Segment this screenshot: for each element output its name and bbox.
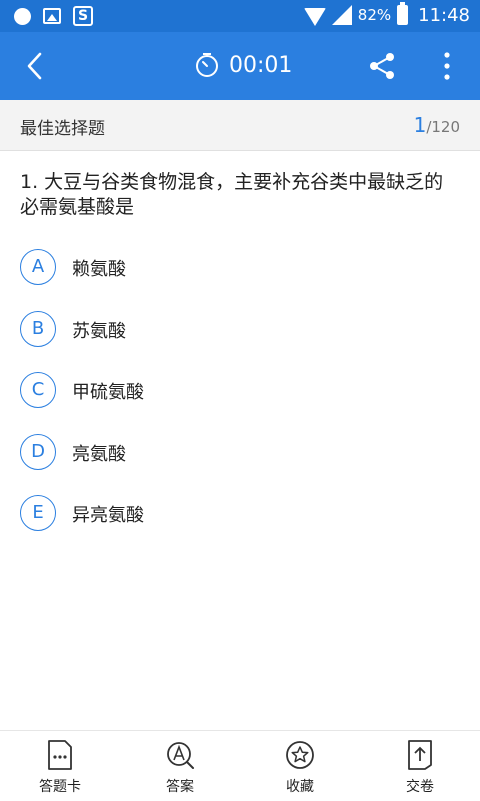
app-bar: 00:01 xyxy=(0,32,480,100)
answer-search-icon xyxy=(167,742,194,769)
answer-card-icon xyxy=(48,740,72,770)
more-button[interactable] xyxy=(434,50,460,82)
battery-icon xyxy=(397,2,409,25)
option-b[interactable]: B 苏氨酸 xyxy=(20,310,460,373)
nav-label: 答案 xyxy=(166,779,194,795)
status-bar: S 82% 11:48 xyxy=(0,0,480,32)
options-list: A 赖氨酸 B 苏氨酸 C 甲硫氨酸 D 亮氨酸 E 异亮氨酸 xyxy=(20,249,460,557)
nav-label: 交卷 xyxy=(406,779,434,795)
option-letter: A xyxy=(20,249,56,285)
option-e[interactable]: E 异亮氨酸 xyxy=(20,495,460,557)
nav-answer[interactable]: 答案 xyxy=(120,731,240,801)
section-header: 最佳选择题 1/120 xyxy=(0,100,480,151)
signal-icon xyxy=(331,5,352,25)
question-progress: 1/120 xyxy=(414,113,460,137)
notification-dot-icon xyxy=(14,7,31,25)
option-label: 甲硫氨酸 xyxy=(72,382,144,403)
option-c[interactable]: C 甲硫氨酸 xyxy=(20,372,460,434)
progress-current: 1 xyxy=(413,113,427,137)
s-app-icon: S xyxy=(73,6,93,26)
stopwatch-icon xyxy=(196,53,218,77)
status-time: 11:48 xyxy=(418,4,470,26)
nav-favorite[interactable]: 收藏 xyxy=(240,731,360,801)
bottom-nav: 答题卡 答案 收藏 交卷 xyxy=(0,730,480,801)
option-d[interactable]: D 亮氨酸 xyxy=(20,433,460,496)
option-label: 赖氨酸 xyxy=(72,259,126,280)
share-button[interactable] xyxy=(366,50,398,82)
option-letter: C xyxy=(20,372,56,408)
exam-timer: 00:01 xyxy=(195,52,292,78)
nav-label: 收藏 xyxy=(286,779,314,795)
nav-submit[interactable]: 交卷 xyxy=(360,731,480,801)
share-icon xyxy=(370,53,394,79)
wifi-icon xyxy=(303,8,326,26)
progress-total: /120 xyxy=(426,118,460,136)
image-icon xyxy=(43,8,61,24)
question-text: 1. 大豆与谷类食物混食，主要补充谷类中最缺乏的必需氨基酸是 xyxy=(20,171,444,218)
option-label: 亮氨酸 xyxy=(72,443,126,465)
more-vert-icon xyxy=(444,52,450,80)
battery-percent: 82% xyxy=(357,6,392,24)
submit-icon xyxy=(408,740,432,770)
star-icon xyxy=(286,741,314,769)
section-title: 最佳选择题 xyxy=(20,119,105,139)
back-arrow-icon xyxy=(27,52,42,80)
nav-answer-card[interactable]: 答题卡 xyxy=(0,731,120,801)
option-label: 苏氨酸 xyxy=(72,320,126,342)
nav-label: 答题卡 xyxy=(39,779,81,795)
option-letter: D xyxy=(20,433,56,470)
option-letter: E xyxy=(20,495,56,531)
option-a[interactable]: A 赖氨酸 xyxy=(20,249,460,311)
option-label: 异亮氨酸 xyxy=(72,505,144,526)
timer-text: 00:01 xyxy=(229,52,293,78)
option-letter: B xyxy=(20,310,56,347)
back-button[interactable] xyxy=(18,48,54,84)
